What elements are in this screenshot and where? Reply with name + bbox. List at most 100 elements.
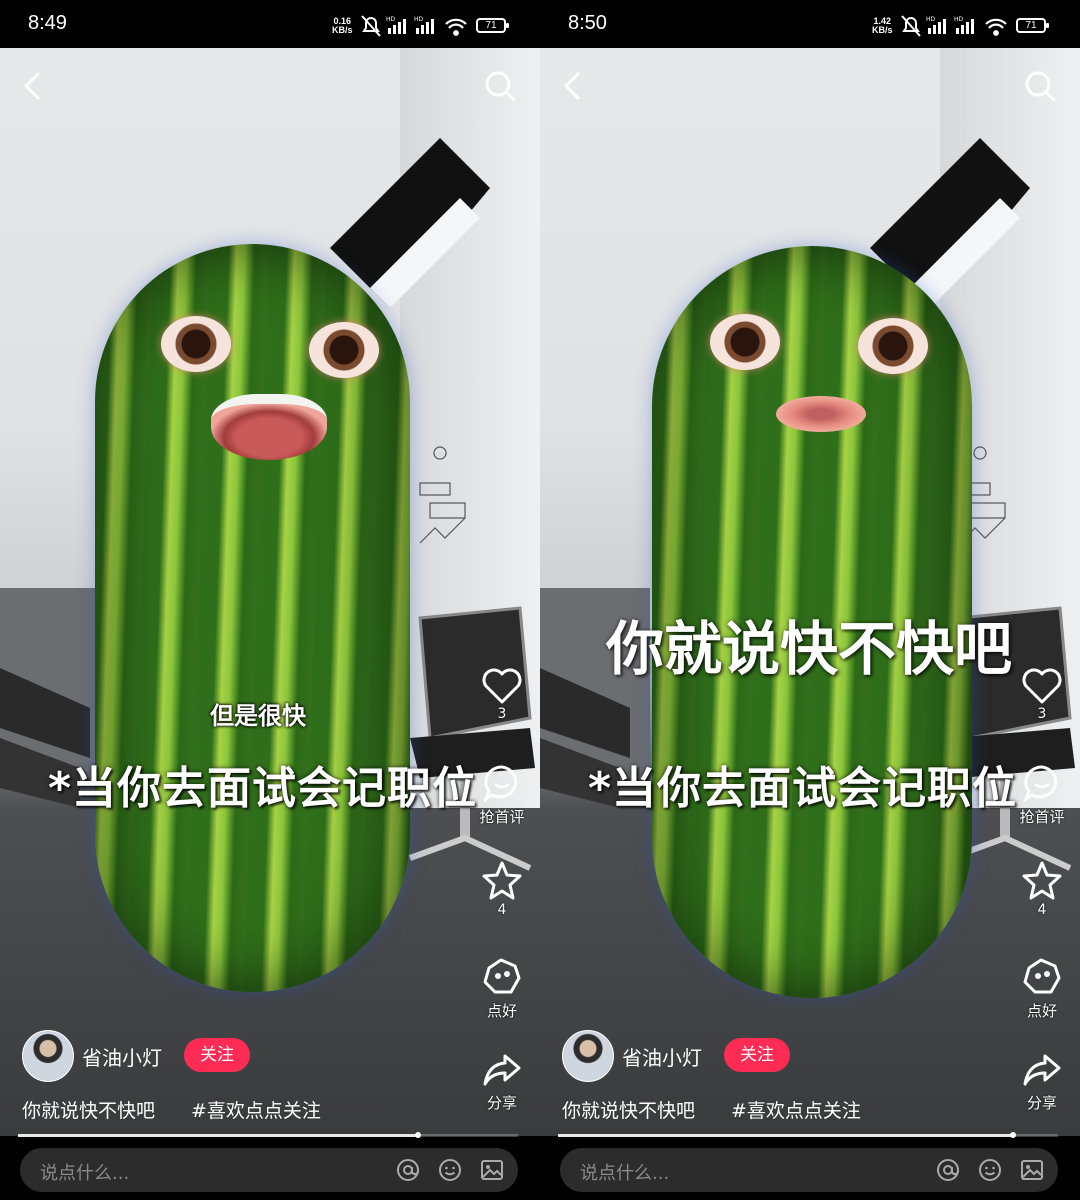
- author-name[interactable]: 省油小灯: [622, 1042, 702, 1071]
- mention-icon[interactable]: [396, 1158, 420, 1182]
- right-eye: [309, 322, 379, 378]
- like-button[interactable]: 3: [470, 668, 534, 722]
- mute-icon: [361, 15, 381, 37]
- wifi-icon: [445, 18, 467, 36]
- watermelon-character: [95, 244, 410, 992]
- video-player[interactable]: 你就说快不快吧 *当你去面试会记职位: [540, 48, 1080, 1136]
- comment-placeholder: 说点什么...: [580, 1163, 670, 1184]
- tip-label: 点好: [1026, 1002, 1057, 1020]
- gift-icon: [1023, 958, 1061, 994]
- mute-icon: [901, 15, 921, 37]
- status-time: 8:50: [568, 12, 607, 34]
- video-subtitle: 但是很快: [210, 702, 306, 730]
- signal-icon-1: HD: [926, 16, 946, 34]
- share-button[interactable]: 分享: [470, 1052, 534, 1113]
- left-eye: [161, 316, 231, 372]
- net-speed: 0.16 KB/s: [332, 17, 353, 35]
- share-icon: [483, 1054, 521, 1086]
- back-arrow-icon[interactable]: [20, 70, 48, 102]
- avatar[interactable]: [562, 1030, 614, 1082]
- description-text: 你就说快不快吧: [562, 1100, 696, 1122]
- emoji-icon[interactable]: [438, 1158, 462, 1182]
- favorite-button[interactable]: 4: [470, 860, 534, 918]
- image-icon[interactable]: [1020, 1158, 1044, 1182]
- back-arrow-icon[interactable]: [560, 70, 588, 102]
- follow-button[interactable]: 关注: [724, 1038, 790, 1072]
- hashtag-link[interactable]: #喜欢点点关注: [191, 1100, 321, 1122]
- overlay-text: 你就说快不快吧: [606, 615, 1013, 683]
- comment-label: 抢首评: [1019, 808, 1065, 826]
- wifi-icon: [985, 18, 1007, 36]
- share-label: 分享: [486, 1094, 517, 1112]
- video-player[interactable]: 但是很快 *当你去面试会记职位: [0, 48, 540, 1136]
- left-eye: [710, 314, 780, 370]
- left-screenshot: 8:49 0.16 KB/s HD HD 71 但是很快 *当你去面试会记职位 …: [0, 0, 540, 1200]
- tip-label: 点好: [486, 1002, 517, 1020]
- status-icons: HD HD: [361, 15, 467, 37]
- right-eye: [858, 318, 928, 374]
- comment-button[interactable]: 抢首评: [1010, 764, 1074, 827]
- signal-icon-2: HD: [954, 16, 974, 34]
- svg-text:HD: HD: [954, 16, 964, 23]
- svg-text:HD: HD: [414, 16, 424, 23]
- gift-icon: [483, 958, 521, 994]
- favorite-count: 4: [497, 902, 507, 918]
- status-time: 8:49: [28, 12, 67, 34]
- favorite-button[interactable]: 4: [1010, 860, 1074, 918]
- star-icon: [482, 861, 522, 900]
- bottom-bar: 说点什么...: [540, 1138, 1080, 1200]
- heart-icon: [1022, 668, 1062, 704]
- description-text: 你就说快不快吧: [22, 1100, 156, 1122]
- follow-button[interactable]: 关注: [184, 1038, 250, 1072]
- comment-button[interactable]: 抢首评: [470, 764, 534, 827]
- like-button[interactable]: 3: [1010, 668, 1074, 722]
- comment-icon: [1023, 765, 1058, 802]
- net-speed-unit: KB/s: [872, 25, 893, 35]
- share-icon: [1023, 1054, 1061, 1086]
- comment-input[interactable]: 说点什么...: [560, 1148, 1058, 1192]
- progress-fill: [558, 1134, 1013, 1137]
- battery-icon: 71: [476, 18, 509, 33]
- star-icon: [1022, 861, 1062, 900]
- closed-mouth: [776, 396, 866, 432]
- image-icon[interactable]: [480, 1158, 504, 1182]
- office-chair: [408, 606, 535, 871]
- comment-label: 抢首评: [479, 808, 525, 826]
- net-speed-unit: KB/s: [332, 25, 353, 35]
- battery-icon: 71: [1016, 18, 1049, 33]
- emoji-icon[interactable]: [978, 1158, 1002, 1182]
- share-label: 分享: [1026, 1094, 1057, 1112]
- open-mouth: [211, 394, 327, 460]
- progress-bar[interactable]: [558, 1132, 1058, 1138]
- hashtag-link[interactable]: #喜欢点点关注: [731, 1100, 861, 1122]
- comment-input[interactable]: 说点什么...: [20, 1148, 518, 1192]
- video-description: 你就说快不快吧 #喜欢点点关注: [22, 1096, 321, 1123]
- signal-icon-1: HD: [386, 16, 406, 34]
- mention-icon[interactable]: [936, 1158, 960, 1182]
- like-count: 3: [1037, 706, 1047, 722]
- net-speed: 1.42 KB/s: [872, 17, 893, 35]
- bottom-bar: 说点什么...: [0, 1138, 540, 1200]
- video-caption: *当你去面试会记职位: [48, 763, 478, 814]
- search-icon[interactable]: [1024, 70, 1056, 102]
- heart-icon: [482, 668, 522, 704]
- right-screenshot: 8:50 1.42 KB/s HD HD 71 你就说快不快吧 *当你去面试会记…: [540, 0, 1080, 1200]
- comment-icon: [483, 765, 518, 802]
- whiteboard-doodle: [419, 446, 466, 544]
- progress-bar[interactable]: [18, 1132, 518, 1138]
- tip-button[interactable]: 点好: [470, 956, 534, 1021]
- status-bar: 8:50 1.42 KB/s HD HD 71: [540, 0, 1080, 48]
- author-name[interactable]: 省油小灯: [82, 1042, 162, 1071]
- video-caption: *当你去面试会记职位: [588, 763, 1018, 814]
- search-icon[interactable]: [484, 70, 516, 102]
- battery-level: 71: [1025, 20, 1037, 31]
- share-button[interactable]: 分享: [1010, 1052, 1074, 1113]
- svg-text:HD: HD: [386, 16, 396, 23]
- status-bar: 8:49 0.16 KB/s HD HD 71: [0, 0, 540, 48]
- favorite-count: 4: [1037, 902, 1047, 918]
- comment-placeholder: 说点什么...: [40, 1163, 130, 1184]
- progress-fill: [18, 1134, 418, 1137]
- tip-button[interactable]: 点好: [1010, 956, 1074, 1021]
- video-description: 你就说快不快吧 #喜欢点点关注: [562, 1096, 861, 1123]
- avatar[interactable]: [22, 1030, 74, 1082]
